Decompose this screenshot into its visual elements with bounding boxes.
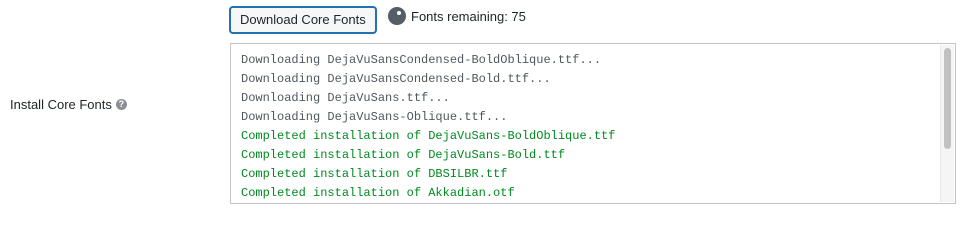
fonts-remaining-text: Fonts remaining: 75 [411, 8, 526, 24]
install-core-fonts-row: Install Core Fonts ? Download Core Fonts… [0, 0, 967, 213]
install-log-box[interactable]: Downloading DejaVuSansCondensed-BoldObli… [230, 43, 956, 204]
log-line: Completed installation of DBSILBR.ttf [241, 167, 508, 181]
download-core-fonts-button[interactable]: Download Core Fonts [230, 7, 376, 33]
log-line: Downloading DejaVuSansCondensed-Bold.ttf… [241, 72, 551, 86]
log-scrollbar[interactable] [940, 45, 954, 202]
log-line: Completed installation of DejaVuSans-Bol… [241, 129, 616, 143]
field-label-text: Install Core Fonts [10, 97, 112, 112]
field-label: Install Core Fonts ? [10, 97, 127, 112]
log-line: Downloading DejaVuSans-Oblique.ttf... [241, 110, 508, 124]
log-scrollbar-thumb[interactable] [944, 48, 951, 149]
spinner-icon [388, 7, 406, 25]
log-lines: Downloading DejaVuSansCondensed-BoldObli… [241, 51, 615, 203]
log-line: Completed installation of Akkadian.otf [241, 186, 515, 200]
log-line: Downloading DejaVuSans.ttf... [241, 91, 450, 105]
question-circle-icon[interactable]: ? [115, 99, 127, 110]
log-line: Downloading DejaVuSansCondensed-BoldObli… [241, 53, 602, 67]
log-line: Completed installation of DejaVuSans-Bol… [241, 148, 566, 162]
fonts-remaining-status: Fonts remaining: 75 [388, 7, 526, 25]
